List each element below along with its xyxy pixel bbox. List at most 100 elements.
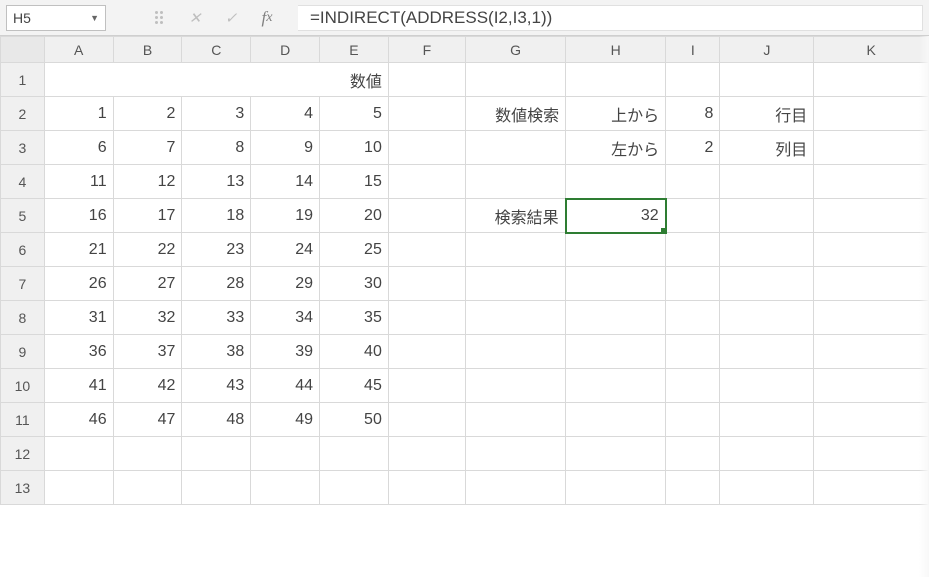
cell-H1[interactable] (566, 63, 666, 97)
formula-input[interactable]: =INDIRECT(ADDRESS(I2,I3,1)) (298, 5, 923, 31)
cell-F13[interactable] (388, 471, 465, 505)
col-header-B[interactable]: B (113, 37, 182, 63)
cell-K7[interactable] (814, 267, 929, 301)
cell-B9[interactable]: 37 (113, 335, 182, 369)
cell-K1[interactable] (814, 63, 929, 97)
cell-A9[interactable]: 36 (44, 335, 113, 369)
cell-K2[interactable] (814, 97, 929, 131)
cell-K12[interactable] (814, 437, 929, 471)
cell-G1[interactable] (466, 63, 566, 97)
cell-D3[interactable]: 9 (251, 131, 320, 165)
cell-F5[interactable] (388, 199, 465, 233)
cell-A10[interactable]: 41 (44, 369, 113, 403)
cell-E4[interactable]: 15 (320, 165, 389, 199)
cell-A11[interactable]: 46 (44, 403, 113, 437)
cell-I10[interactable] (666, 369, 720, 403)
cell-H8[interactable] (566, 301, 666, 335)
cell-E8[interactable]: 35 (320, 301, 389, 335)
cell-D2[interactable]: 4 (251, 97, 320, 131)
cell-G3[interactable] (466, 131, 566, 165)
cell-D12[interactable] (251, 437, 320, 471)
cell-C11[interactable]: 48 (182, 403, 251, 437)
cell-J1[interactable] (720, 63, 814, 97)
row-header-9[interactable]: 9 (1, 335, 45, 369)
cell-H9[interactable] (566, 335, 666, 369)
cell-E6[interactable]: 25 (320, 233, 389, 267)
cell-G6[interactable] (466, 233, 566, 267)
col-header-C[interactable]: C (182, 37, 251, 63)
cell-I6[interactable] (666, 233, 720, 267)
cell-C2[interactable]: 3 (182, 97, 251, 131)
cell-F1[interactable] (388, 63, 465, 97)
cell-I5[interactable] (666, 199, 720, 233)
cell-F6[interactable] (388, 233, 465, 267)
cell-F3[interactable] (388, 131, 465, 165)
cell-F9[interactable] (388, 335, 465, 369)
cell-K3[interactable] (814, 131, 929, 165)
cell-K8[interactable] (814, 301, 929, 335)
cell-D10[interactable]: 44 (251, 369, 320, 403)
row-header-10[interactable]: 10 (1, 369, 45, 403)
cell-B12[interactable] (113, 437, 182, 471)
cell-D6[interactable]: 24 (251, 233, 320, 267)
cell-J8[interactable] (720, 301, 814, 335)
cell-J13[interactable] (720, 471, 814, 505)
cell-I12[interactable] (666, 437, 720, 471)
cell-E2[interactable]: 5 (320, 97, 389, 131)
col-header-A[interactable]: A (44, 37, 113, 63)
col-header-J[interactable]: J (720, 37, 814, 63)
row-header-13[interactable]: 13 (1, 471, 45, 505)
cell-A12[interactable] (44, 437, 113, 471)
cell-I7[interactable] (666, 267, 720, 301)
cell-G8[interactable] (466, 301, 566, 335)
cell-G11[interactable] (466, 403, 566, 437)
cell-I13[interactable] (666, 471, 720, 505)
cell-D8[interactable]: 34 (251, 301, 320, 335)
cell-B3[interactable]: 7 (113, 131, 182, 165)
cell-C12[interactable] (182, 437, 251, 471)
cell-C8[interactable]: 33 (182, 301, 251, 335)
cell-D13[interactable] (251, 471, 320, 505)
cell-B4[interactable]: 12 (113, 165, 182, 199)
cell-E10[interactable]: 45 (320, 369, 389, 403)
cell-H4[interactable] (566, 165, 666, 199)
cell-G10[interactable] (466, 369, 566, 403)
chevron-down-icon[interactable]: ▼ (90, 13, 99, 23)
cell-C10[interactable]: 43 (182, 369, 251, 403)
col-header-K[interactable]: K (814, 37, 929, 63)
cell-G9[interactable] (466, 335, 566, 369)
enter-icon[interactable]: ✓ (222, 9, 240, 27)
cell-J7[interactable] (720, 267, 814, 301)
cell-K10[interactable] (814, 369, 929, 403)
col-header-G[interactable]: G (466, 37, 566, 63)
col-header-D[interactable]: D (251, 37, 320, 63)
cancel-icon[interactable]: ✕ (186, 9, 204, 27)
cell-J11[interactable] (720, 403, 814, 437)
cell-K11[interactable] (814, 403, 929, 437)
cell-D9[interactable]: 39 (251, 335, 320, 369)
cell-H6[interactable] (566, 233, 666, 267)
cell-H10[interactable] (566, 369, 666, 403)
cell-H12[interactable] (566, 437, 666, 471)
cell-K5[interactable] (814, 199, 929, 233)
cell-A3[interactable]: 6 (44, 131, 113, 165)
cell-J9[interactable] (720, 335, 814, 369)
cell-B6[interactable]: 22 (113, 233, 182, 267)
cell-F4[interactable] (388, 165, 465, 199)
cell-E9[interactable]: 40 (320, 335, 389, 369)
row-header-6[interactable]: 6 (1, 233, 45, 267)
cell-I4[interactable] (666, 165, 720, 199)
cell-F10[interactable] (388, 369, 465, 403)
cell-J12[interactable] (720, 437, 814, 471)
cell-H5[interactable]: 32 (566, 199, 666, 233)
row-header-8[interactable]: 8 (1, 301, 45, 335)
cell-B8[interactable]: 32 (113, 301, 182, 335)
fx-icon[interactable]: fx (258, 9, 276, 27)
cell-I8[interactable] (666, 301, 720, 335)
cell-I1[interactable] (666, 63, 720, 97)
cell-B5[interactable]: 17 (113, 199, 182, 233)
row-header-3[interactable]: 3 (1, 131, 45, 165)
cell-K4[interactable] (814, 165, 929, 199)
cell-K13[interactable] (814, 471, 929, 505)
cell-E11[interactable]: 50 (320, 403, 389, 437)
